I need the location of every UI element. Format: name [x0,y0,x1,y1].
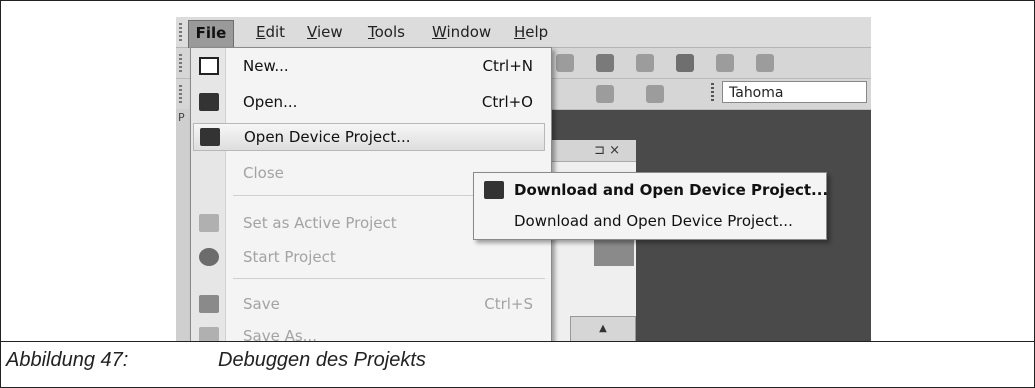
menu-tools[interactable]: Tools [368,23,405,41]
application-screenshot: File Edit View Tools Window Help Tahoma … [176,17,871,342]
toolbar-grip-icon[interactable] [179,85,182,103]
undo-icon[interactable] [556,54,574,72]
menu-help[interactable]: Help [514,23,548,41]
align-icon[interactable] [596,85,614,103]
font-toolbar-grip-icon[interactable] [711,83,714,101]
menu-item-start-project[interactable]: Start Project [191,243,551,271]
menu-bar: File Edit View Tools Window Help [176,17,871,48]
format-icon[interactable] [716,54,734,72]
layout-icon[interactable] [756,54,774,72]
left-docked-panel: P [176,109,190,342]
menu-separator [233,278,545,279]
docked-panel: ⊐ × ▲ [550,140,636,342]
device-project-icon [200,128,220,146]
caption-divider [0,341,1035,342]
settings-icon[interactable] [676,54,694,72]
device-project-icon [484,181,504,199]
border-icon[interactable] [646,85,664,103]
left-panel-tab[interactable]: P [178,111,185,124]
figure-number: Abbildung 47: [6,349,129,371]
submenu-item-download-open-2[interactable]: Download and Open Device Project... [474,206,826,236]
menu-view[interactable]: View [307,23,343,41]
menu-window[interactable]: Window [432,23,491,41]
menu-edit[interactable]: Edit [256,23,285,41]
open-folder-icon [199,93,219,111]
save-icon [199,295,219,313]
menu-item-save[interactable]: Save Ctrl+S [191,290,551,318]
submenu-item-download-open-1[interactable]: Download and Open Device Project... [474,175,828,205]
new-document-icon [199,57,219,75]
menu-item-new[interactable]: New... Ctrl+N [191,52,551,80]
user-icon[interactable] [596,54,614,72]
menu-file[interactable]: File [188,20,234,48]
menu-item-save-as[interactable]: Save As... [191,322,551,342]
font-name-input[interactable]: Tahoma [722,81,867,103]
figure-caption-text: Debuggen des Projekts [218,349,426,371]
play-icon [199,248,219,266]
toolbar-grip-icon[interactable] [179,54,182,72]
scroll-up-icon[interactable]: ▲ [570,316,636,342]
active-project-icon [199,214,219,232]
menubar-grip-icon[interactable] [179,23,182,41]
copy-icon[interactable] [636,54,654,72]
device-project-submenu: Download and Open Device Project... Down… [473,172,828,240]
panel-header-buttons[interactable]: ⊐ × [550,140,636,162]
menu-item-open-device-project[interactable]: Open Device Project... [193,123,545,151]
save-as-icon [199,327,219,342]
menu-item-open[interactable]: Open... Ctrl+O [191,88,551,116]
figure-caption: Abbildung 47: Debuggen des Projekts [6,349,426,372]
